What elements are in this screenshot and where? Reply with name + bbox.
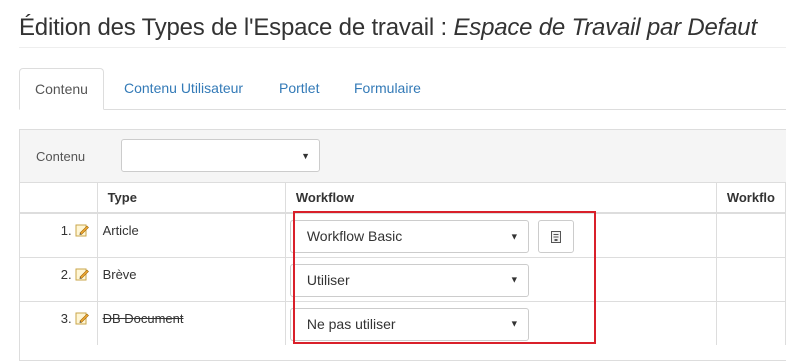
row-type-name[interactable]: Brève [103,267,137,282]
pencil-icon[interactable] [75,223,89,240]
content-types-panel: Contenu ▼ Type Workflow Workflo 1. Artic… [19,129,786,361]
workflow-select-value: Workflow Basic [306,228,403,244]
tab-portlet[interactable]: Portlet [264,68,334,108]
caret-down-icon: ▼ [509,318,519,329]
header-workflow: Workflow [285,182,717,214]
workspace-name: Espace de Travail par Defaut [453,14,757,41]
row-number: 3. [60,310,72,326]
row-type-name[interactable]: DB Document [103,311,184,326]
pencil-icon[interactable] [75,267,89,284]
workflow-select-value: Utiliser [306,271,350,288]
page-title: Édition des Types de l'Espace de travail… [19,14,757,42]
content-filter-select[interactable]: ▼ [121,139,320,172]
header-index [20,182,98,214]
tab-contenu-utilisateur[interactable]: Contenu Utilisateur [109,68,258,108]
workflow-select[interactable]: Utiliser ▼ [289,263,529,297]
workflow-select-value: Ne pas utiliser [306,315,396,332]
workflow-action-button[interactable] [537,220,574,253]
page-title-prefix: Édition des Types de l'Espace de travail… [19,14,454,41]
table-row: 2. Brève Utiliser ▼ [20,256,786,301]
caret-down-icon: ▼ [509,274,519,285]
workflow-select[interactable]: Ne pas utiliser ▼ [289,307,529,341]
caret-down-icon: ▼ [301,150,310,161]
table-row: 3. DB Document Ne pas utiliser ▼ [20,300,786,345]
filter-bar: Contenu ▼ [20,130,786,183]
caret-down-icon: ▼ [509,231,519,241]
document-icon [550,231,561,243]
title-divider [19,47,786,48]
workflow-select[interactable]: Workflow Basic ▼ [289,220,529,253]
row-number: 1. [60,223,72,238]
tab-contenu[interactable]: Contenu [19,68,104,110]
header-type: Type [97,182,286,214]
pencil-icon[interactable] [75,311,89,328]
table-header-row: Type Workflow Workflo [20,182,786,214]
types-table: Type Workflow Workflo 1. Article Workflo… [20,182,786,345]
tab-formulaire[interactable]: Formulaire [339,68,436,108]
row-number: 2. [60,266,72,282]
header-workflow-extra: Workflo [716,182,786,214]
table-row: 1. Article Workflow Basic ▼ [20,212,786,257]
tab-bar: Contenu Contenu Utilisateur Portlet Form… [19,68,786,110]
filter-label: Contenu [36,149,86,164]
row-type-name[interactable]: Article [103,223,139,238]
